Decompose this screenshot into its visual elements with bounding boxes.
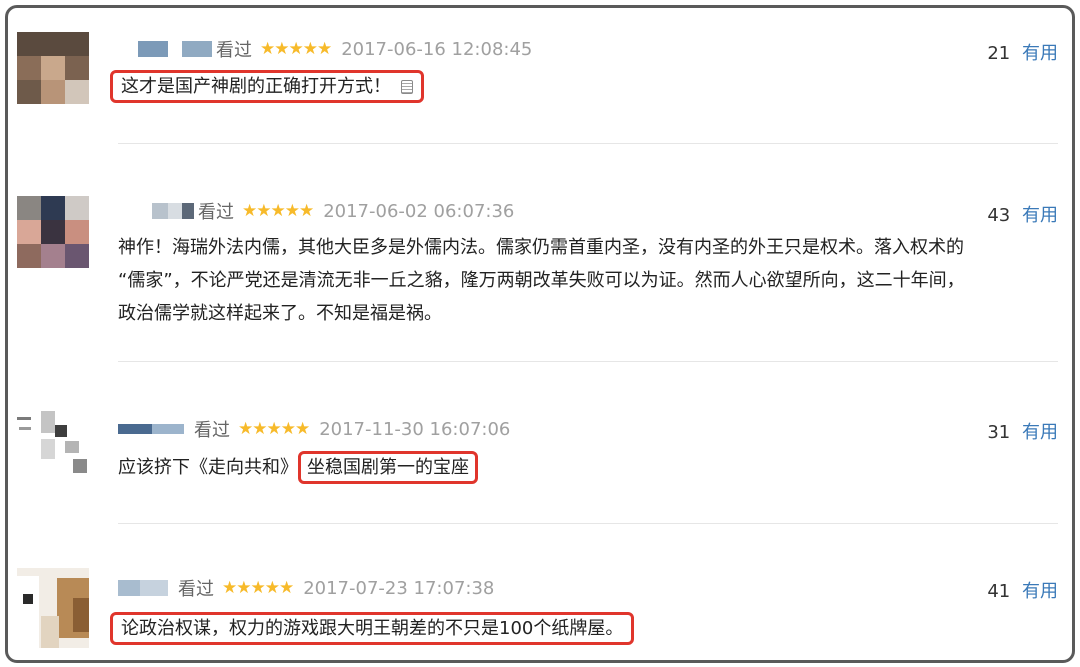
highlight-box: 论政治权谋，权力的游戏跟大明王朝差的不只是100个纸牌屋。 xyxy=(110,612,635,645)
rating-stars: ★★★★★ xyxy=(260,39,332,59)
watched-status: 看过 xyxy=(198,202,234,223)
review-text: 这才是国产神剧的正确打开方式！ xyxy=(121,76,391,97)
username-redacted[interactable] xyxy=(118,199,194,223)
review-meta: 看过 ★★★★★ 2017-06-02 06:07:36 xyxy=(118,199,514,223)
votes: 43 有用 xyxy=(987,201,1058,227)
review-content: 论政治权谋，权力的游戏跟大明王朝差的不只是100个纸牌屋。 xyxy=(110,612,1058,645)
useful-button[interactable]: 有用 xyxy=(1022,581,1058,602)
useful-button[interactable]: 有用 xyxy=(1022,205,1058,226)
avatar[interactable] xyxy=(17,196,89,268)
useful-button[interactable]: 有用 xyxy=(1022,422,1058,443)
watched-status: 看过 xyxy=(178,579,214,600)
review-content: 这才是国产神剧的正确打开方式！ xyxy=(110,70,1058,103)
useful-button[interactable]: 有用 xyxy=(1022,43,1058,64)
highlight-box: 坐稳国剧第一的宝座 xyxy=(298,451,478,484)
review-text-highlight: 坐稳国剧第一的宝座 xyxy=(307,457,469,478)
rating-stars: ★★★★★ xyxy=(242,201,314,221)
watched-status: 看过 xyxy=(216,40,252,61)
review-time: 2017-06-16 12:08:45 xyxy=(341,38,533,60)
review-list-panel: 看过 ★★★★★ 2017-06-16 12:08:45 21 有用 这才是国产… xyxy=(5,5,1075,663)
review-text-line: 政治儒学就这样起来了。不知是福是祸。 xyxy=(118,303,442,324)
copy-icon[interactable] xyxy=(401,80,413,94)
review-text-line: “儒家”，不论严党还是清流无非一丘之貉，隆万两朝改革失败可以为证。然而人心欲望所… xyxy=(118,270,965,291)
username-redacted[interactable] xyxy=(118,37,212,61)
vote-count: 21 xyxy=(987,43,1011,64)
avatar[interactable] xyxy=(17,32,89,104)
review-meta: 看过 ★★★★★ 2017-06-16 12:08:45 xyxy=(118,37,532,61)
review-content: 应该挤下《走向共和》 坐稳国剧第一的宝座 xyxy=(118,451,1058,484)
votes: 41 有用 xyxy=(987,577,1058,603)
votes: 21 有用 xyxy=(987,39,1058,65)
review-meta: 看过 ★★★★★ 2017-07-23 17:07:38 xyxy=(118,576,494,600)
watched-status: 看过 xyxy=(194,420,230,441)
review-meta: 看过 ★★★★★ 2017-11-30 16:07:06 xyxy=(118,417,510,441)
rating-stars: ★★★★★ xyxy=(238,419,310,439)
rating-stars: ★★★★★ xyxy=(222,578,294,598)
avatar[interactable] xyxy=(17,411,89,483)
review-time: 2017-06-02 06:07:36 xyxy=(323,200,515,222)
review-content: 神作！海瑞外法内儒，其他大臣多是外儒内法。儒家仍需首重内圣，没有内圣的外王只是权… xyxy=(118,231,1058,330)
review-time: 2017-11-30 16:07:06 xyxy=(319,418,511,440)
highlight-box: 这才是国产神剧的正确打开方式！ xyxy=(110,70,424,103)
avatar[interactable] xyxy=(17,568,89,648)
username-redacted[interactable] xyxy=(118,417,184,441)
review-text: 应该挤下《走向共和》 xyxy=(118,457,298,478)
vote-count: 31 xyxy=(987,422,1011,443)
divider xyxy=(118,361,1058,362)
votes: 31 有用 xyxy=(987,418,1058,444)
divider xyxy=(118,143,1058,144)
vote-count: 43 xyxy=(987,205,1011,226)
divider xyxy=(118,523,1058,524)
review-text-line: 神作！海瑞外法内儒，其他大臣多是外儒内法。儒家仍需首重内圣，没有内圣的外王只是权… xyxy=(118,237,964,258)
review-time: 2017-07-23 17:07:38 xyxy=(303,577,495,599)
review-text: 论政治权谋，权力的游戏跟大明王朝差的不只是100个纸牌屋。 xyxy=(121,618,624,639)
vote-count: 41 xyxy=(987,581,1011,602)
username-redacted[interactable] xyxy=(118,576,168,600)
